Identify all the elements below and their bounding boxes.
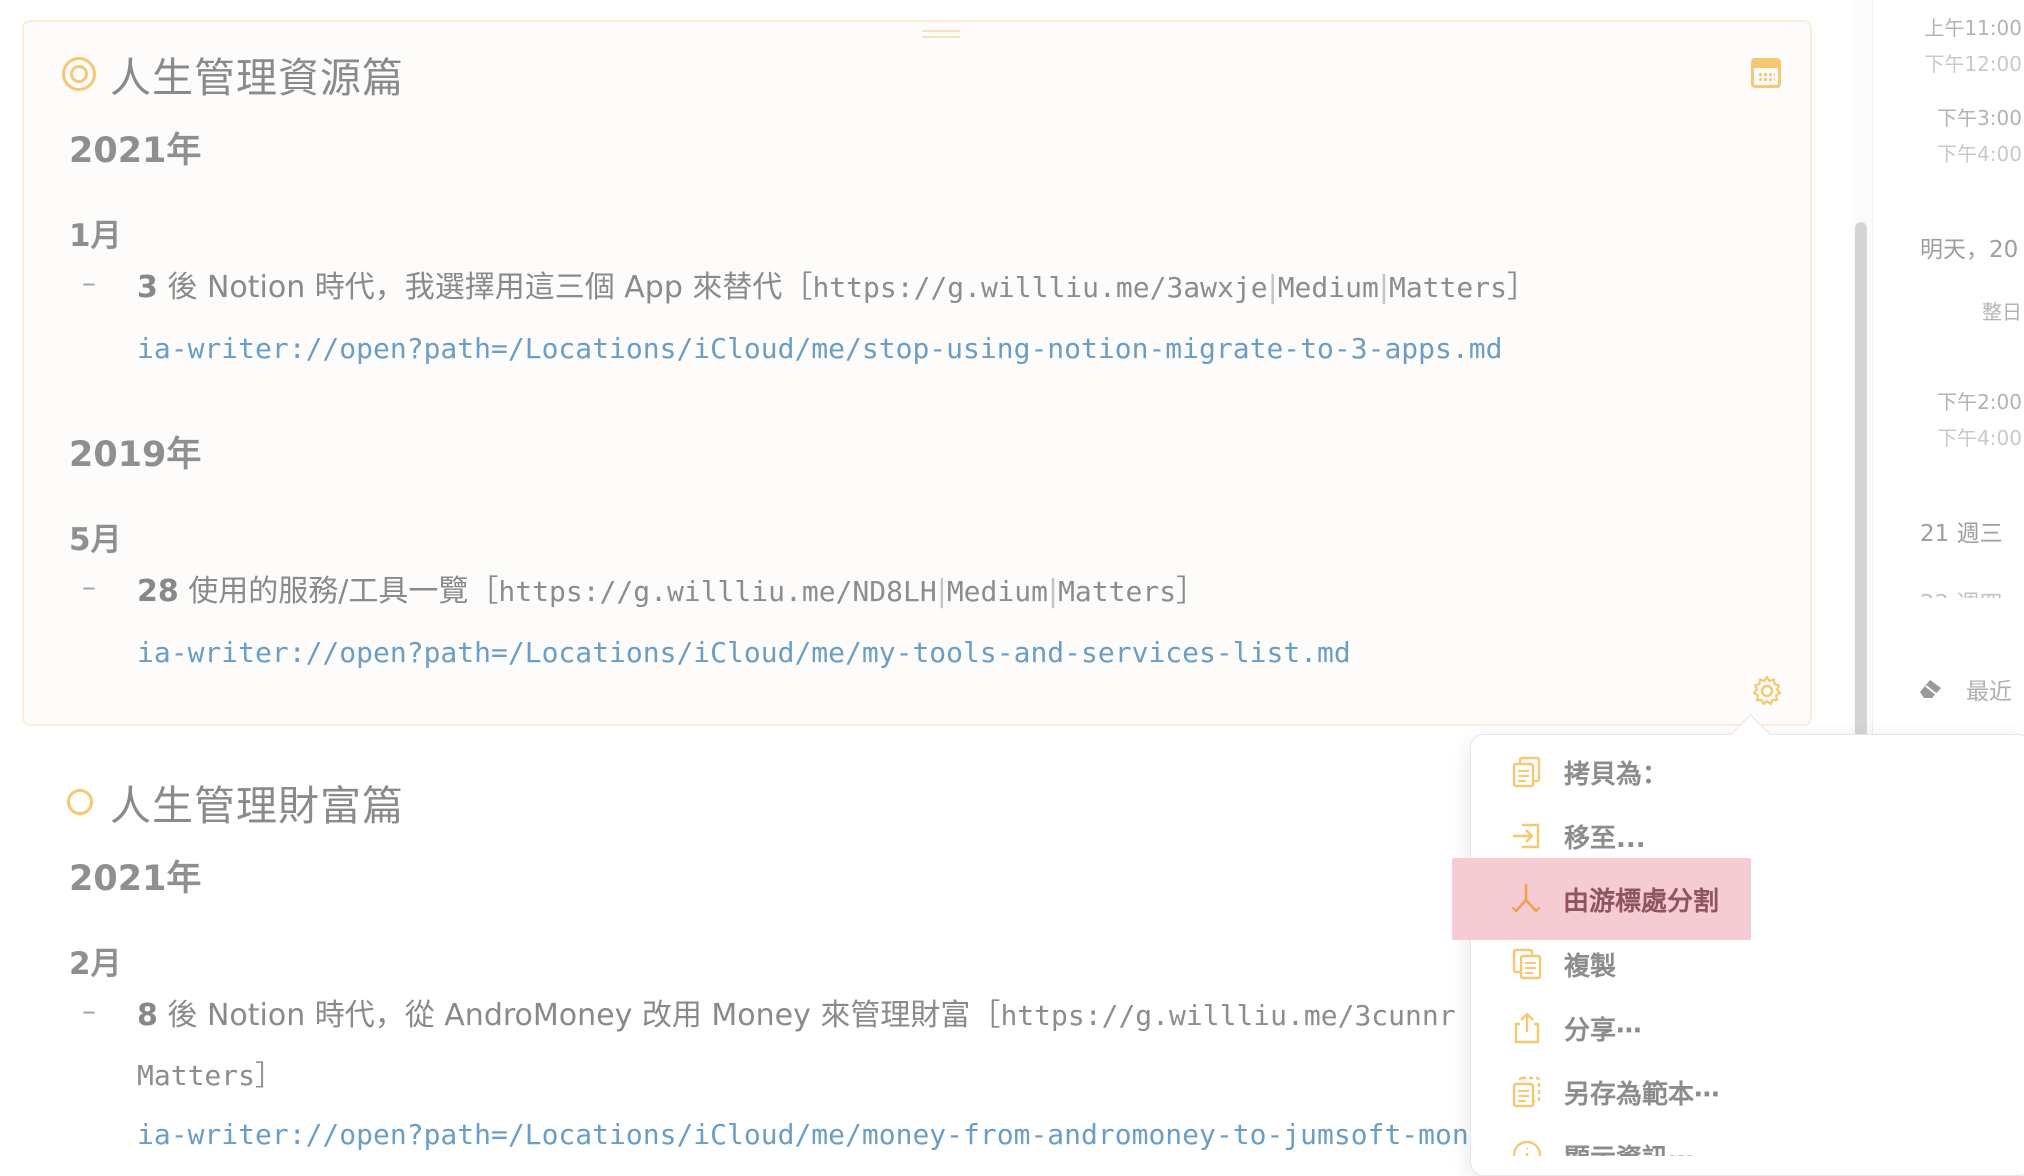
menu-item-show-info[interactable]: 顯示資訊⋯ — [1492, 1124, 1694, 1156]
entry-day: 28 — [137, 574, 179, 609]
event-time: 下午4:00 — [1937, 426, 2022, 450]
ia-writer-link[interactable]: ia-writer://open?path=/Locations/iCloud/… — [137, 1118, 1486, 1151]
task-checkbox-icon[interactable] — [62, 57, 96, 91]
split-icon — [1511, 883, 1541, 913]
entry-text: 後 Notion 時代，從 AndroMoney 改用 Money 來管理財富［ — [157, 998, 1001, 1033]
week-day-heading: 22 週四 — [1920, 584, 2003, 598]
task-card-resources[interactable] — [22, 20, 1812, 726]
menu-item-duplicate[interactable]: 複製 — [1492, 932, 1616, 996]
event-time: 下午4:00 — [1937, 142, 2022, 166]
menu-item-label: 分享⋯ — [1564, 1015, 1643, 1046]
entry-continuation: Matters］ — [137, 1059, 284, 1092]
entry-medium[interactable]: Medium — [1278, 271, 1379, 304]
entry-matters[interactable]: Matters — [1058, 575, 1176, 608]
month-heading: 1月 — [69, 218, 122, 254]
share-icon — [1514, 1012, 1540, 1044]
task-title-wealth[interactable]: 人生管理財富篇 — [110, 772, 404, 832]
event-time: 下午2:00 — [1937, 390, 2022, 414]
menu-item-label: 拷貝為： — [1564, 759, 1669, 790]
separator: | — [936, 574, 947, 609]
entry-url[interactable]: https://g.willliu.me/ND8LH — [498, 575, 936, 608]
entry-text: 使用的服務/工具一覽［ — [178, 574, 499, 609]
ia-writer-link[interactable]: ia-writer://open?path=/Locations/iCloud/… — [137, 636, 1351, 669]
year-heading: 2021年 — [69, 859, 202, 899]
separator: | — [1047, 574, 1059, 609]
move-to-icon — [1513, 823, 1540, 849]
task-title-resources[interactable]: 人生管理資源篇 — [110, 44, 404, 104]
entry-medium[interactable]: Medium — [947, 575, 1048, 608]
info-icon — [1512, 1140, 1542, 1156]
task-title-text: 人生管理資源篇 — [110, 54, 404, 102]
week-day-heading: 21 週三 — [1920, 521, 2003, 547]
entry-url[interactable]: https://g.willliu.me/3awxje — [812, 271, 1267, 304]
gear-icon[interactable] — [1750, 674, 1784, 708]
ia-writer-link[interactable]: ia-writer://open?path=/Locations/iCloud/… — [137, 332, 1502, 365]
calendar-icon[interactable] — [1751, 58, 1781, 88]
list-item: 28 使用的服務/工具一覽［https://g.willliu.me/ND8LH… — [137, 566, 1206, 610]
day-heading: 明天，20 — [1920, 237, 2019, 263]
copy-as-icon — [1512, 756, 1541, 788]
eraser-icon[interactable] — [1917, 676, 1945, 702]
task-checkbox-icon[interactable] — [67, 789, 93, 815]
duplicate-icon — [1512, 948, 1542, 980]
menu-item-label: 移至... — [1564, 823, 1646, 854]
entry-matters[interactable]: Matters — [1389, 271, 1507, 304]
list-bullet: – — [82, 266, 96, 299]
menu-item-copy-as[interactable]: 拷貝為： — [1492, 740, 1668, 804]
entry-close: ］ — [1506, 270, 1537, 305]
list-bullet: – — [82, 994, 96, 1027]
recent-label[interactable]: 最近 — [1966, 672, 2012, 706]
list-bullet: – — [82, 570, 96, 603]
task-title-text: 人生管理財富篇 — [110, 782, 404, 830]
scrollbar-thumb[interactable] — [1855, 222, 1867, 742]
all-day-label: 整日 — [1982, 300, 2022, 324]
menu-item-save-as-template[interactable]: 另存為範本⋯ — [1492, 1060, 1720, 1124]
entry-text: 後 Notion 時代，我選擇用這三個 App 來替代［ — [157, 270, 813, 305]
separator: | — [1378, 270, 1389, 305]
entry-day: 8 — [137, 998, 158, 1033]
event-time: 下午12:00 — [1924, 52, 2022, 76]
entry-close: ］ — [1176, 574, 1207, 609]
entry-day: 3 — [137, 270, 158, 305]
year-heading: 2021年 — [69, 131, 202, 171]
drag-handle[interactable] — [922, 30, 960, 40]
entry-url[interactable]: https://g.willliu.me/3cunnr — [1000, 999, 1455, 1032]
separator: | — [1267, 270, 1278, 305]
menu-item-label: 另存為範本⋯ — [1564, 1079, 1721, 1110]
menu-item-label: 顯示資訊⋯ — [1564, 1138, 1694, 1156]
save-template-icon — [1512, 1076, 1541, 1108]
menu-item-label: 複製 — [1564, 951, 1617, 982]
month-heading: 5月 — [69, 522, 122, 558]
event-time: 上午11:00 — [1924, 16, 2022, 40]
menu-item-split-at-cursor[interactable]: 由游標處分割 — [1452, 858, 1751, 940]
event-time: 下午3:00 — [1937, 106, 2022, 130]
list-item: 3 後 Notion 時代，我選擇用這三個 App 來替代［https://g.… — [137, 262, 1537, 306]
menu-item-share[interactable]: 分享⋯ — [1492, 996, 1642, 1060]
menu-item-label: 由游標處分割 — [1563, 886, 1720, 917]
year-heading: 2019年 — [69, 435, 202, 475]
list-item: 8 後 Notion 時代，從 AndroMoney 改用 Money 來管理財… — [137, 990, 1456, 1034]
month-heading: 2月 — [69, 946, 122, 982]
